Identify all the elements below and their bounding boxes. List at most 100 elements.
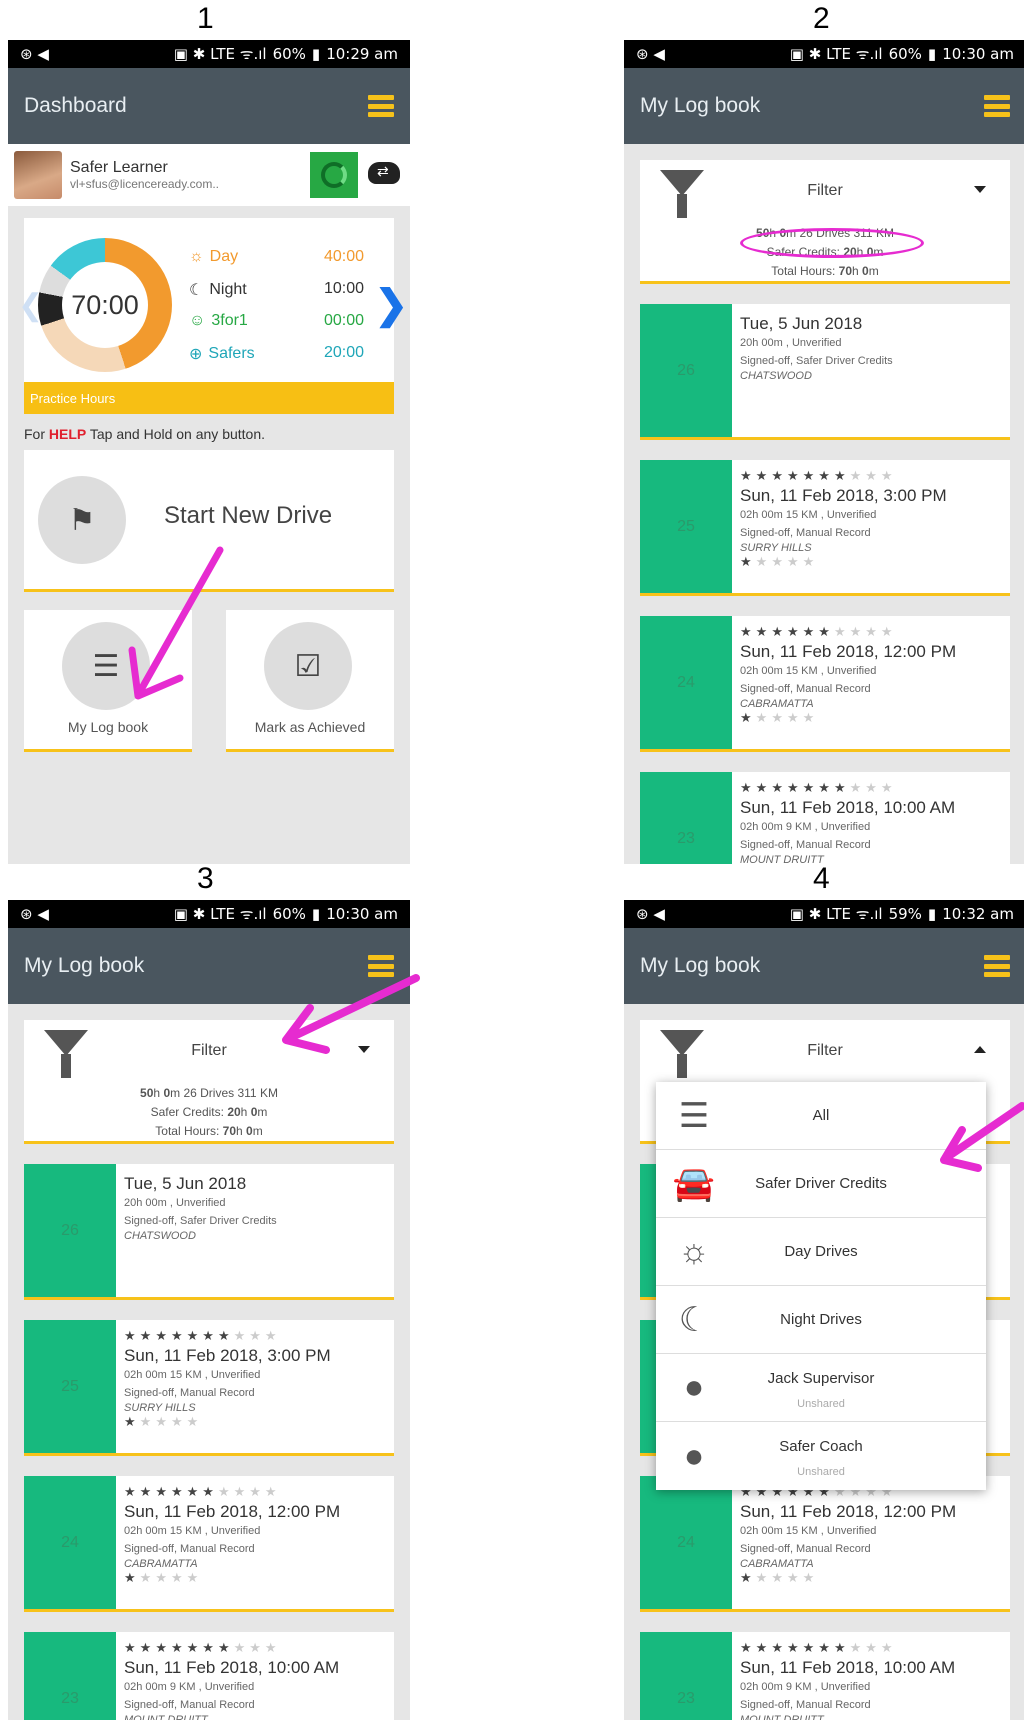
practice-hours-bar[interactable]: Practice Hours: [24, 382, 394, 414]
battery-icon: ▮: [927, 905, 937, 923]
filter-card[interactable]: Filter 50h 0m 26 Drives 311 KM Safer Cre…: [24, 1020, 394, 1144]
log-entry[interactable]: 23 ★★★★★★★★★★ Sun, 11 Feb 2018, 10:00 AM 02…: [24, 1632, 394, 1720]
my-logbook-button[interactable]: ☰ My Log book: [24, 610, 192, 752]
screen-logbook-2: ⊛ ◀ ▣ ✱ LTE ᯤ.ıl 60% ▮ 10:30 am My Log b…: [624, 40, 1024, 864]
sync-ring-icon: [321, 162, 347, 188]
hamburger-menu-icon[interactable]: [984, 955, 1010, 977]
entry-date: Sun, 11 Feb 2018, 10:00 AM: [740, 1658, 956, 1677]
legend-safers: ⊕ Safers: [189, 345, 255, 363]
hamburger-menu-icon[interactable]: [368, 95, 394, 117]
rating-stars: ★★★★★★★★★★: [124, 1640, 281, 1655]
entry-date: Sun, 11 Feb 2018, 3:00 PM: [740, 486, 947, 505]
entry-location: CHATSWOOD: [740, 370, 812, 382]
entry-location: CABRAMATTA: [740, 698, 814, 710]
entry-location: CABRAMATTA: [740, 1558, 814, 1570]
battery-icon: ▮: [927, 45, 937, 63]
entry-status: Signed-off, Safer Driver Credits: [124, 1215, 277, 1227]
entry-number: 23: [640, 1632, 732, 1720]
log-entry[interactable]: 25 ★★★★★★★★★★ Sun, 11 Feb 2018, 3:00 PM 02h…: [640, 460, 1010, 596]
log-entry[interactable]: 25 ★★★★★★★★★★ Sun, 11 Feb 2018, 3:00 PM 02h…: [24, 1320, 394, 1456]
chevron-up-icon[interactable]: [974, 1046, 986, 1053]
log-entry[interactable]: 24 ★★★★★★★★★★ Sun, 11 Feb 2018, 12:00 PM 02…: [24, 1476, 394, 1612]
entry-duration: 20h 00m , Unverified: [124, 1197, 226, 1209]
checkbox-icon: ☑: [264, 622, 352, 710]
hours-summary-card[interactable]: ❮ 70:00 ☼ Day 40:00 ☾ Night 10:00 ☺ 3for1 0…: [18, 218, 408, 382]
entry-status: Signed-off, Manual Record: [740, 1543, 871, 1555]
secondary-rating-stars: ★★★★★: [124, 1570, 203, 1585]
user-email: vl+sfus@licenceready.com..: [70, 177, 220, 191]
log-entry[interactable]: 23 ★★★★★★★★★★ Sun, 11 Feb 2018, 10:00 AM 02…: [640, 772, 1010, 864]
smiley-icon: ☺: [189, 312, 206, 329]
status-icons: ▣ ✱ LTE ᯤ.ıl: [173, 45, 267, 63]
entry-number: 24: [640, 1476, 732, 1609]
filter-option-day-drives[interactable]: ☼ Day Drives: [656, 1218, 986, 1286]
panel-number-3: 3: [197, 862, 214, 895]
entry-number: 24: [24, 1476, 116, 1609]
hours-donut-chart: 70:00: [38, 238, 172, 372]
filter-option-night-drives[interactable]: ☾ Night Drives: [656, 1286, 986, 1354]
log-entry[interactable]: 24 ★★★★★★★★★★ Sun, 11 Feb 2018, 12:00 PM 02…: [640, 1476, 1010, 1612]
entry-location: MOUNT DRUITT: [740, 854, 824, 864]
rating-stars: ★★★★★★★★★★: [124, 1484, 281, 1499]
battery-icon: ▮: [311, 905, 321, 923]
arrow-up-circle-icon: ⊕: [189, 346, 203, 363]
rating-stars: ★★★★★★★★★★: [124, 1328, 281, 1343]
entry-number: 25: [640, 460, 732, 593]
secondary-rating-stars: ★★★★★: [740, 1570, 819, 1585]
cloud-sync-icon[interactable]: [368, 162, 400, 184]
entry-duration: 20h 00m , Unverified: [740, 337, 842, 349]
user-name: Safer Learner: [70, 159, 168, 176]
legend-day: ☼ Day: [189, 248, 239, 265]
rating-stars: ★★★★★★★★★★: [740, 624, 897, 639]
entry-status: Signed-off, Manual Record: [124, 1387, 255, 1399]
entry-date: Sun, 11 Feb 2018, 12:00 PM: [740, 1502, 957, 1521]
entry-duration: 02h 00m 15 KM , Unverified: [740, 665, 877, 677]
filter-label: Filter: [807, 182, 843, 199]
entry-location: CHATSWOOD: [124, 1230, 196, 1242]
entry-duration: 02h 00m 9 KM , Unverified: [124, 1681, 255, 1693]
entry-duration: 02h 00m 9 KM , Unverified: [740, 821, 871, 833]
entry-duration: 02h 00m 15 KM , Unverified: [124, 1369, 261, 1381]
mark-as-achieved-button[interactable]: ☑ Mark as Achieved: [226, 610, 394, 752]
clock: 10:29 am: [326, 45, 398, 63]
screen-logbook-4: ⊛ ◀ ▣ ✱ LTE ᯤ.ıl 59% ▮ 10:32 am My Log b…: [624, 900, 1024, 1720]
log-entry[interactable]: 23 ★★★★★★★★★★ Sun, 11 Feb 2018, 10:00 AM 02…: [640, 1632, 1010, 1720]
filter-dropdown-menu: ☰ All 🚘 Safer Driver Credits ☼ Day Drive…: [656, 1082, 986, 1490]
filter-card[interactable]: Filter 50h 0m 26 Drives 311 KM Safer Cre…: [640, 160, 1010, 284]
entry-date: Sun, 11 Feb 2018, 3:00 PM: [124, 1346, 331, 1365]
sun-icon: ☼: [189, 248, 204, 265]
entry-duration: 02h 00m 15 KM , Unverified: [740, 1525, 877, 1537]
filter-label: Filter: [807, 1042, 843, 1059]
filter-option-safer-driver-credits[interactable]: 🚘 Safer Driver Credits: [656, 1150, 986, 1218]
chevron-down-icon[interactable]: [974, 186, 986, 193]
entry-status: Signed-off, Manual Record: [740, 527, 871, 539]
status-bar: ⊛ ◀ ▣ ✱ LTE ᯤ.ıl 60% ▮ 10:30 am: [624, 40, 1024, 68]
screen-dashboard: ⊛ ◀ ▣ ✱ LTE ᯤ.ıl 60% ▮ 10:29 am Dashboar…: [8, 40, 410, 864]
page-title: My Log book: [640, 94, 761, 117]
log-entry[interactable]: 26 Tue, 5 Jun 2018 20h 00m , Unverified Sig…: [24, 1164, 394, 1300]
filter-option-all[interactable]: ☰ All: [656, 1082, 986, 1150]
filter-option-safer-coach[interactable]: ● Safer Coach Unshared: [656, 1422, 986, 1490]
logbook-stats: 50h 0m 26 Drives 311 KM Safer Credits: 2…: [140, 1086, 278, 1138]
log-entry[interactable]: 26 Tue, 5 Jun 2018 20h 00m , Unverified Sig…: [640, 304, 1010, 440]
screen-logbook-3: ⊛ ◀ ▣ ✱ LTE ᯤ.ıl 60% ▮ 10:30 am My Log b…: [8, 900, 410, 1720]
entry-status: Signed-off, Safer Driver Credits: [740, 355, 893, 367]
legend-3for1: ☺ 3for1: [189, 312, 248, 329]
profile-header[interactable]: Safer Learner vl+sfus@licenceready.com..: [8, 144, 410, 206]
hamburger-menu-icon[interactable]: [984, 95, 1010, 117]
entry-date: Sun, 11 Feb 2018, 10:00 AM: [124, 1658, 340, 1677]
entry-location: SURRY HILLS: [740, 542, 812, 554]
legend-day-value: 40:00: [323, 248, 364, 265]
battery-level: 60%: [272, 45, 306, 63]
start-new-drive-button[interactable]: ⚑ Start New Drive: [24, 450, 394, 592]
status-left-icons: ⊛ ◀: [20, 45, 49, 63]
log-entry[interactable]: 24 ★★★★★★★★★★ Sun, 11 Feb 2018, 12:00 PM 02…: [640, 616, 1010, 752]
chevron-down-icon[interactable]: [358, 1046, 370, 1053]
hamburger-menu-icon[interactable]: [368, 955, 394, 977]
filter-option-jack-supervisor[interactable]: ● Jack Supervisor Unshared: [656, 1354, 986, 1422]
sync-status-button[interactable]: [310, 152, 358, 198]
next-arrow-icon[interactable]: ❯: [374, 282, 408, 328]
entry-status: Signed-off, Manual Record: [124, 1699, 255, 1711]
start-new-drive-label: Start New Drive: [164, 502, 333, 529]
entry-location: MOUNT DRUITT: [740, 1714, 824, 1720]
